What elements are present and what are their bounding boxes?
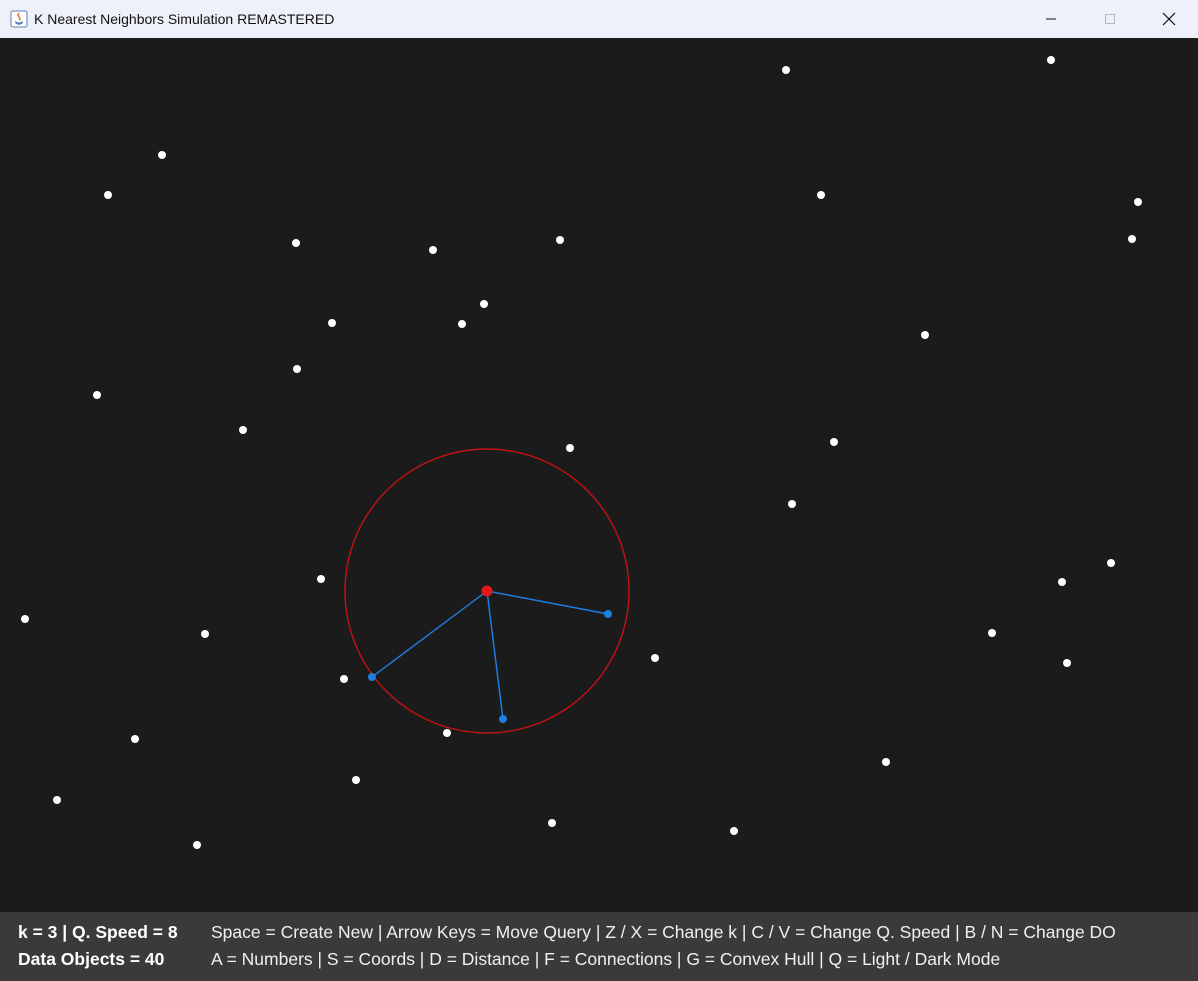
data-point <box>193 841 201 849</box>
status-line-1: k = 3 | Q. Speed = 8 Space = Create New |… <box>18 922 1116 943</box>
data-point <box>340 675 348 683</box>
data-point <box>1134 198 1142 206</box>
data-point <box>239 426 247 434</box>
status-bar: k = 3 | Q. Speed = 8 Space = Create New |… <box>0 912 1198 981</box>
controls-help-1: Space = Create New | Arrow Keys = Move Q… <box>211 922 1116 942</box>
maximize-button[interactable] <box>1080 0 1139 38</box>
neighbor-connection-line <box>486 590 504 720</box>
minimize-icon <box>1045 18 1056 20</box>
neighbor-connection-line <box>486 590 609 615</box>
data-point <box>1107 559 1115 567</box>
maximize-icon <box>1104 14 1115 24</box>
close-button[interactable] <box>1139 0 1198 38</box>
data-point <box>1047 56 1055 64</box>
java-app-icon[interactable] <box>10 10 28 28</box>
neighbor-connection-line <box>371 590 488 678</box>
simulation-canvas[interactable] <box>0 38 1198 912</box>
title-bar: K Nearest Neighbors Simulation REMASTERE… <box>0 0 1198 38</box>
close-icon <box>1162 12 1175 26</box>
data-point <box>458 320 466 328</box>
data-point <box>21 615 29 623</box>
data-point <box>651 654 659 662</box>
data-point <box>730 827 738 835</box>
data-point <box>988 629 996 637</box>
data-point <box>921 331 929 339</box>
data-point <box>131 735 139 743</box>
minimize-button[interactable] <box>1021 0 1080 38</box>
data-point <box>782 66 790 74</box>
status-line-2: Data Objects = 40 A = Numbers | S = Coord… <box>18 949 1000 970</box>
k-speed-readout: k = 3 | Q. Speed = 8 <box>18 922 178 942</box>
nearest-neighbor-point <box>604 610 612 618</box>
data-point <box>817 191 825 199</box>
simulation-plot <box>21 56 1142 849</box>
data-point <box>480 300 488 308</box>
data-point <box>158 151 166 159</box>
data-point <box>882 758 890 766</box>
window-title: K Nearest Neighbors Simulation REMASTERE… <box>34 11 335 27</box>
data-point <box>788 500 796 508</box>
data-point <box>443 729 451 737</box>
data-point <box>293 365 301 373</box>
data-point <box>53 796 61 804</box>
data-point <box>548 819 556 827</box>
data-point <box>292 239 300 247</box>
data-point <box>104 191 112 199</box>
data-point <box>566 444 574 452</box>
data-point <box>1063 659 1071 667</box>
data-point <box>93 391 101 399</box>
data-point <box>328 319 336 327</box>
nearest-neighbor-point <box>368 673 376 681</box>
controls-help-2: A = Numbers | S = Coords | D = Distance … <box>211 949 1001 969</box>
data-objects-readout: Data Objects = 40 <box>18 949 165 969</box>
data-point <box>1128 235 1136 243</box>
data-point <box>429 246 437 254</box>
data-point <box>201 630 209 638</box>
nearest-neighbor-point <box>499 715 507 723</box>
query-point <box>481 585 493 597</box>
data-point <box>1058 578 1066 586</box>
data-point <box>352 776 360 784</box>
data-point <box>317 575 325 583</box>
data-point <box>556 236 564 244</box>
data-point <box>830 438 838 446</box>
